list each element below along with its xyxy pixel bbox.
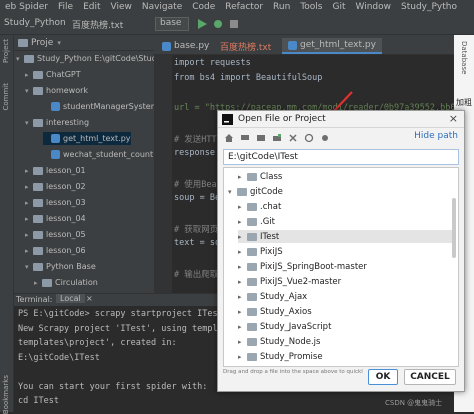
open-file-dialog: Open File or Project × Hide path E:\gitC… bbox=[217, 110, 465, 392]
folder-icon bbox=[247, 247, 257, 256]
chevron-right-icon[interactable]: ▸ bbox=[238, 218, 247, 226]
desktop-icon[interactable] bbox=[240, 133, 250, 143]
dialog-tree-label: Study_Promise bbox=[260, 351, 323, 362]
dialog-tree-item[interactable]: ▸ PixiJS bbox=[238, 245, 283, 258]
dialog-tree-label: PixiJS_Vue2-master bbox=[260, 276, 342, 287]
folder-icon bbox=[247, 307, 257, 316]
folder-icon bbox=[247, 322, 257, 331]
chevron-down-icon[interactable]: ▾ bbox=[228, 188, 237, 196]
dialog-toolbar: Hide path bbox=[218, 129, 464, 147]
chevron-right-icon[interactable]: ▸ bbox=[238, 293, 247, 301]
chevron-right-icon[interactable]: ▸ bbox=[238, 308, 247, 316]
watermark: CSDN @鬼鬼骑士 bbox=[385, 399, 443, 407]
chevron-right-icon[interactable]: ▸ bbox=[238, 233, 247, 241]
tree-scrollbar[interactable] bbox=[452, 198, 456, 258]
dialog-tree-item[interactable]: ▸ Class bbox=[238, 170, 282, 183]
dialog-tree-item[interactable]: ▸ PixiJS_SpringBoot-master bbox=[238, 260, 367, 273]
cancel-button[interactable]: CANCEL bbox=[404, 369, 456, 385]
chevron-right-icon[interactable]: ▸ bbox=[238, 248, 247, 256]
chevron-right-icon[interactable]: ▸ bbox=[238, 323, 247, 331]
dialog-tree-label: Study_JavaScript bbox=[260, 321, 332, 332]
folder-icon bbox=[237, 187, 247, 196]
dialog-tree-label: PixiJS_SpringBoot-master bbox=[260, 261, 367, 272]
folder-icon bbox=[247, 217, 257, 226]
pycharm-logo-icon bbox=[222, 114, 233, 125]
folder-icon bbox=[247, 292, 257, 301]
chevron-right-icon[interactable]: ▸ bbox=[238, 278, 247, 286]
close-icon[interactable]: × bbox=[449, 112, 458, 125]
folder-icon bbox=[247, 172, 257, 181]
chevron-right-icon[interactable]: ▸ bbox=[238, 338, 247, 346]
folder-icon bbox=[247, 337, 257, 346]
dialog-tree-item[interactable]: ▸ .chat bbox=[238, 200, 281, 213]
dialog-tree-label: Class bbox=[260, 171, 283, 182]
chevron-right-icon[interactable]: ▸ bbox=[238, 263, 247, 271]
ok-button[interactable]: OK bbox=[368, 369, 398, 385]
dialog-tree-label: .chat bbox=[260, 201, 282, 212]
dialog-tree-item[interactable]: ▸ PixiJS_Vue2-master bbox=[238, 275, 341, 288]
dialog-tree-label: Study_Node.js bbox=[260, 336, 321, 347]
folder-icon bbox=[247, 277, 257, 286]
dialog-tree-item[interactable]: ▸ Study_Axios bbox=[238, 305, 312, 318]
path-input[interactable]: E:\gitCode\ITest bbox=[223, 149, 459, 165]
dialog-file-tree[interactable]: ▸ Class ▾ gitCode ▸ .chat ▸ .Git ▸ ITest ▸ PixiJS ▸ P… bbox=[223, 167, 459, 367]
dialog-title: Open File or Project bbox=[238, 114, 326, 124]
hide-path-link[interactable]: Hide path bbox=[414, 131, 458, 141]
dialog-tree-item[interactable]: ▸ ITest bbox=[238, 230, 452, 243]
dialog-tree-item[interactable]: ▸ Study_Promise bbox=[238, 350, 323, 363]
chevron-right-icon[interactable]: ▸ bbox=[238, 203, 247, 211]
folder-icon bbox=[247, 262, 257, 271]
home-icon[interactable] bbox=[224, 133, 234, 143]
dialog-tree-item[interactable]: ▾ gitCode bbox=[228, 185, 283, 198]
drag-drop-hint: Drag and drop a file into the space abov… bbox=[223, 369, 363, 375]
chevron-right-icon[interactable]: ▸ bbox=[238, 173, 247, 181]
dialog-tree-label: gitCode bbox=[250, 186, 283, 197]
folder-icon bbox=[247, 202, 257, 211]
new-folder-icon[interactable] bbox=[272, 133, 282, 143]
delete-icon[interactable] bbox=[288, 133, 298, 143]
chevron-right-icon[interactable]: ▸ bbox=[238, 353, 247, 361]
refresh-icon[interactable] bbox=[304, 133, 314, 143]
project-folder-icon[interactable] bbox=[256, 133, 266, 143]
dialog-tree-item[interactable]: ▸ Study_Node.js bbox=[238, 335, 320, 348]
dialog-tree-label: Study_Ajax bbox=[260, 291, 308, 302]
dialog-tree-item[interactable]: ▸ .Git bbox=[238, 215, 275, 228]
show-hidden-icon[interactable] bbox=[320, 133, 330, 143]
dialog-tree-label: .Git bbox=[260, 216, 275, 227]
dialog-tree-item[interactable]: ▸ Study_JavaScript bbox=[238, 320, 331, 333]
folder-icon bbox=[247, 232, 257, 241]
dialog-tree-label: PixiJS bbox=[260, 246, 283, 257]
dialog-titlebar: Open File or Project × bbox=[218, 111, 464, 128]
dialog-tree-label: Study_Axios bbox=[260, 306, 312, 317]
dialog-tree-item[interactable]: ▸ Study_Ajax bbox=[238, 290, 307, 303]
folder-icon bbox=[247, 352, 257, 361]
dialog-tree-label: ITest bbox=[260, 231, 280, 242]
